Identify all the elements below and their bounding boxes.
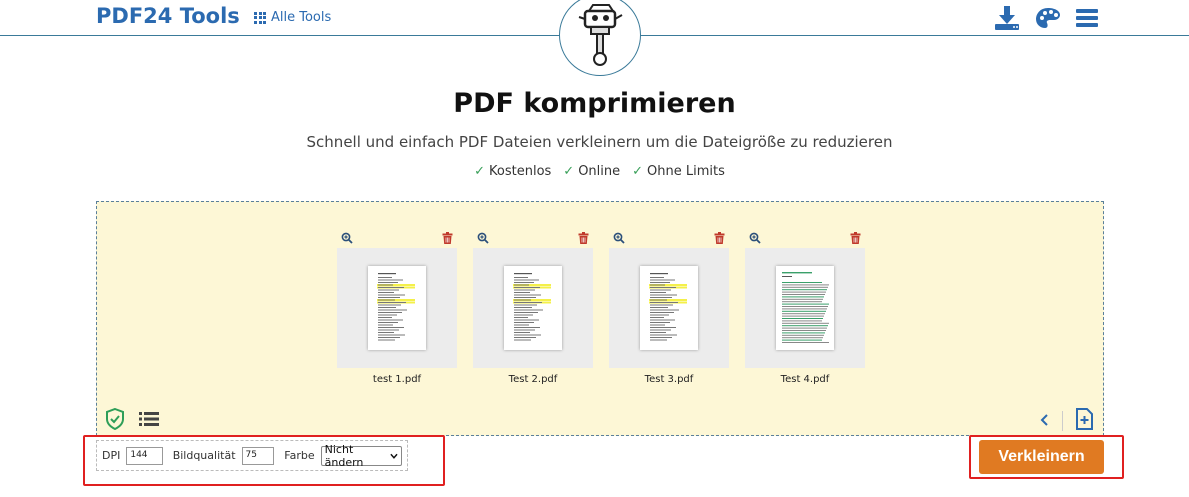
chevron-left-icon[interactable] (1040, 412, 1050, 431)
trash-icon[interactable] (442, 229, 453, 248)
feature-item: ✓ Online (563, 164, 621, 179)
file-card[interactable]: test 1.pdf (337, 228, 457, 385)
file-thumbnail[interactable] (473, 248, 593, 368)
zoom-icon[interactable] (477, 229, 489, 248)
download-icon[interactable] (993, 5, 1021, 31)
brand-logo-text[interactable]: PDF24 Tools (96, 4, 240, 28)
file-card[interactable]: Test 3.pdf (609, 228, 729, 385)
divider (1062, 411, 1063, 431)
file-name: Test 2.pdf (508, 374, 558, 385)
trash-icon[interactable] (850, 229, 861, 248)
file-card[interactable]: Test 2.pdf (473, 228, 593, 385)
trash-icon[interactable] (578, 229, 589, 248)
file-thumbnail[interactable] (337, 248, 457, 368)
zoom-icon[interactable] (613, 229, 625, 248)
grid-icon (254, 11, 266, 24)
palette-icon[interactable] (1035, 6, 1061, 30)
zoom-icon[interactable] (341, 229, 353, 248)
mascot-logo[interactable] (559, 0, 641, 76)
file-dropzone[interactable]: test 1.pdf Test 2.pdf Test 3.pdf Test 4.pdf (96, 201, 1104, 436)
file-card[interactable]: Test 4.pdf (745, 228, 865, 385)
menu-icon[interactable] (1075, 7, 1099, 29)
all-tools-link[interactable]: Alle Tools (254, 10, 331, 25)
file-name: test 1.pdf (372, 374, 422, 385)
shield-check-icon[interactable] (105, 407, 125, 434)
pdf-page-preview (504, 266, 562, 350)
pdf-page-preview (368, 266, 426, 350)
file-name: Test 4.pdf (780, 374, 830, 385)
feature-list: ✓ Kostenlos ✓ Online ✓ Ohne Limits (0, 164, 1189, 179)
file-thumbnail[interactable] (609, 248, 729, 368)
highlight-box-options (83, 435, 445, 486)
pdf-page-preview (640, 266, 698, 350)
page-title: PDF komprimieren (453, 88, 736, 119)
trash-icon[interactable] (714, 229, 725, 248)
page-subtitle: Schnell und einfach PDF Dateien verklein… (306, 133, 893, 151)
feature-item: ✓ Kostenlos (474, 164, 552, 179)
check-icon: ✓ (632, 164, 644, 179)
file-list: test 1.pdf Test 2.pdf Test 3.pdf Test 4.pdf (337, 228, 865, 385)
highlight-box-button (969, 435, 1124, 479)
file-thumbnail[interactable] (745, 248, 865, 368)
file-name: Test 3.pdf (644, 374, 694, 385)
feature-item: ✓ Ohne Limits (632, 164, 725, 179)
all-tools-label: Alle Tools (271, 10, 332, 25)
zoom-icon[interactable] (749, 229, 761, 248)
check-icon: ✓ (474, 164, 486, 179)
add-file-icon[interactable] (1075, 408, 1093, 434)
list-view-icon[interactable] (139, 411, 159, 431)
compressor-mascot-icon (578, 4, 623, 66)
check-icon: ✓ (563, 164, 575, 179)
pdf-page-preview (776, 266, 834, 350)
